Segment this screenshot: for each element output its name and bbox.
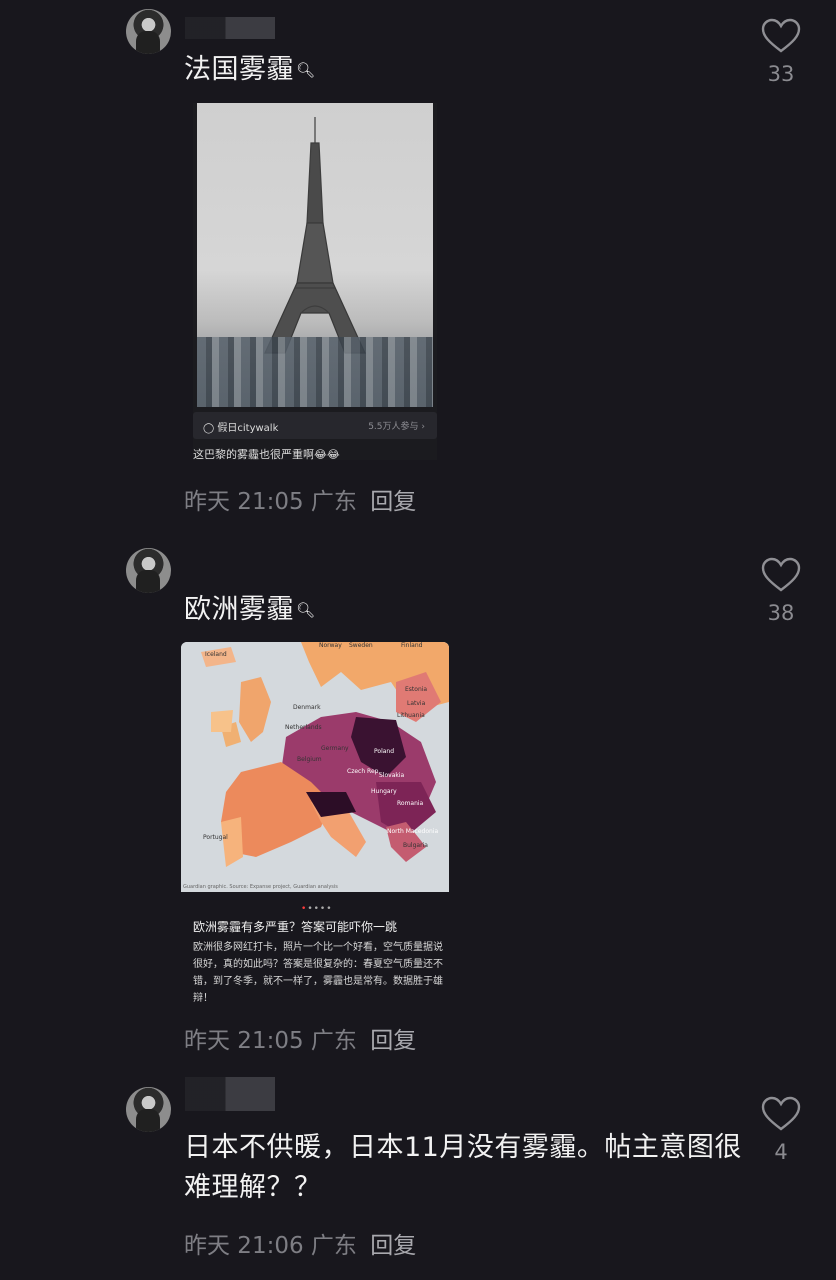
map-label: North Macedonia <box>387 828 439 835</box>
map-label: Germany <box>321 745 349 752</box>
search-icon[interactable]: 🔍︎ <box>296 61 316 79</box>
comment-text: 欧洲雾霾 🔍︎ <box>184 590 316 630</box>
map-label: Norway <box>319 642 342 649</box>
map-label: Sweden <box>349 642 373 649</box>
map-label: Estonia <box>405 686 428 693</box>
heart-outline-icon <box>761 18 801 53</box>
username-redacted[interactable] <box>185 17 275 39</box>
comment-text-content: 欧洲雾霾 <box>184 594 294 625</box>
chevron-right-icon: › <box>421 422 425 432</box>
eiffel-tower-image <box>197 103 433 407</box>
map-label: Hungary <box>371 788 397 795</box>
card-caption: 这巴黎的雾霾也很严重啊😂😂 <box>193 448 340 460</box>
comment-meta: 昨天 21:05 广东 回复 <box>184 482 416 516</box>
like-count: 38 <box>767 601 795 625</box>
heart-outline-icon <box>761 557 801 592</box>
like-button[interactable]: 33 <box>760 18 802 86</box>
map-label: Denmark <box>293 704 321 711</box>
heart-outline-icon <box>761 1096 801 1131</box>
location-pin-icon: ◯ <box>203 423 215 434</box>
map-label: Belgium <box>297 756 322 763</box>
comment-text: 日本不供暖，日本11月没有雾霾。帖主意图很难理解？？ <box>184 1132 742 1203</box>
username-redacted[interactable] <box>185 1077 275 1111</box>
location: 广东 <box>310 1028 357 1054</box>
comment-meta: 昨天 21:06 广东 回复 <box>184 1226 416 1260</box>
shared-post-card[interactable]: ◯ 假日citywalk 5.5万人参与 › 这巴黎的雾霾也很严重啊😂😂 <box>193 103 437 460</box>
reply-button[interactable]: 回复 <box>370 1028 416 1054</box>
location: 广东 <box>310 489 357 515</box>
like-count: 4 <box>774 1140 788 1164</box>
shared-post-card[interactable]: Iceland Norway Sweden Finland Estonia La… <box>181 642 449 1012</box>
search-icon[interactable]: 🔍︎ <box>296 601 316 619</box>
map-label: Lithuania <box>397 712 425 719</box>
like-button[interactable]: 4 <box>760 1096 802 1164</box>
avatar[interactable] <box>126 548 171 593</box>
badge-label: 假日citywalk <box>217 423 279 434</box>
europe-pollution-map: Iceland Norway Sweden Finland Estonia La… <box>181 642 449 892</box>
avatar[interactable] <box>126 1087 171 1132</box>
reply-button[interactable]: 回复 <box>370 1233 416 1259</box>
city-skyline <box>197 337 433 407</box>
timestamp: 昨天 21:06 <box>184 1233 304 1259</box>
comment-text-content: 法国雾霾 <box>184 54 294 85</box>
carousel-dots[interactable]: ••••• <box>301 904 333 914</box>
map-source: Guardian graphic. Source: Expanse projec… <box>183 884 338 890</box>
card-body: 欧洲很多网红打卡，照片一个比一个好看，空气质量据说很好，真的如此吗？答案是很复杂… <box>193 942 443 1004</box>
card-title: 欧洲雾霾有多严重？答案可能吓你一跳 <box>193 920 398 934</box>
map-label: Slovakia <box>379 772 405 779</box>
badge-count: 5.5万人参与 <box>368 422 419 432</box>
avatar[interactable] <box>126 9 171 54</box>
map-label: Finland <box>401 642 423 649</box>
timestamp: 昨天 21:05 <box>184 1028 304 1054</box>
map-label: Portugal <box>203 834 228 841</box>
like-button[interactable]: 38 <box>760 557 802 625</box>
map-label: Netherlands <box>285 724 322 731</box>
map-label: Czech Rep. <box>347 768 381 775</box>
map-label: Poland <box>374 748 395 755</box>
timestamp: 昨天 21:05 <box>184 489 304 515</box>
map-label: Latvia <box>407 700 426 707</box>
map-label: Iceland <box>205 651 227 658</box>
like-count: 33 <box>767 62 795 86</box>
comment-meta: 昨天 21:05 广东 回复 <box>184 1021 416 1055</box>
reply-button[interactable]: 回复 <box>370 489 416 515</box>
topic-badge[interactable]: ◯ 假日citywalk 5.5万人参与 › <box>193 412 437 439</box>
map-label: Bulgaria <box>403 842 428 849</box>
map-label: Romania <box>397 800 424 807</box>
comment-text: 法国雾霾 🔍︎ <box>184 50 316 90</box>
location: 广东 <box>310 1233 357 1259</box>
